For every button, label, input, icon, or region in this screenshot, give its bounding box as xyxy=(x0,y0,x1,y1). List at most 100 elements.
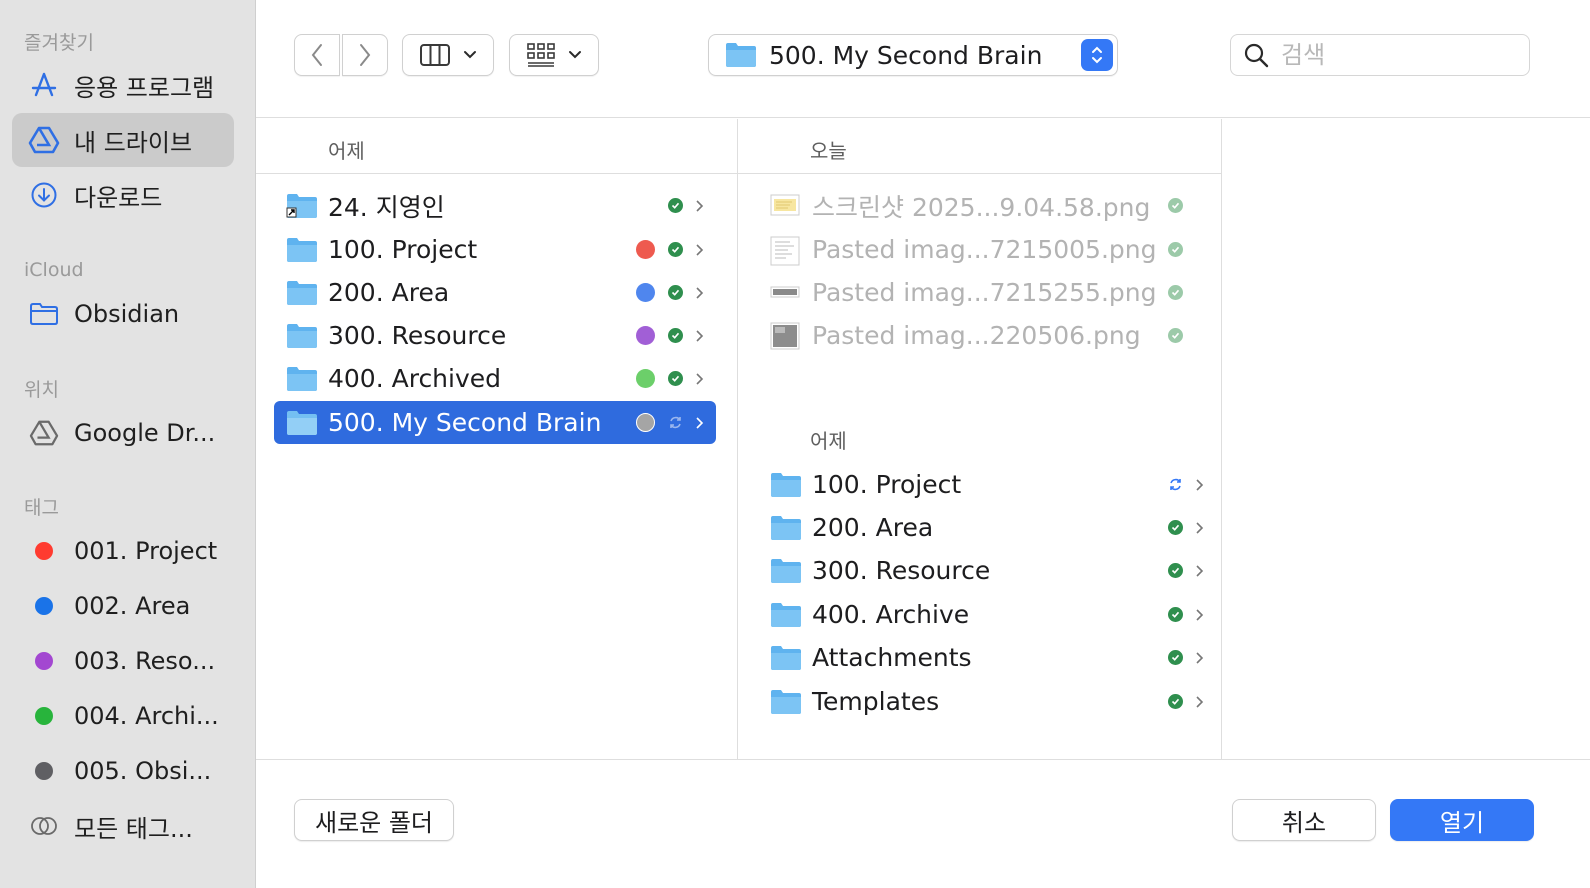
sidebar-item-google-drive[interactable]: Google Dr... xyxy=(12,406,234,460)
folder-icon xyxy=(286,365,318,393)
item-status xyxy=(1168,242,1183,257)
locations-section-title: 위치 xyxy=(24,379,59,401)
item-name: 100. Project xyxy=(328,235,478,264)
list-item[interactable]: 200. Area xyxy=(274,271,716,314)
item-name: 400. Archive xyxy=(812,600,970,629)
list-item[interactable]: Attachments xyxy=(756,636,1204,679)
tag-color-dot xyxy=(35,652,53,670)
sync-check-icon xyxy=(1168,607,1183,622)
list-item-selected[interactable]: 500. My Second Brain xyxy=(274,401,716,444)
sidebar-item-label: 내 드라이브 xyxy=(74,128,193,157)
folder-icon xyxy=(770,557,802,585)
list-item[interactable]: 100. Project xyxy=(274,228,716,271)
item-status xyxy=(636,283,704,302)
list-item[interactable]: 100. Project xyxy=(756,463,1204,506)
column-browser-2: 오늘 스크린샷 2025...9.04.58.png Pasted imag..… xyxy=(738,119,1222,759)
location-stepper[interactable] xyxy=(1081,39,1113,71)
chevron-right-icon xyxy=(696,329,704,342)
column-header: 오늘 xyxy=(738,119,1221,174)
tag-color-dot xyxy=(636,413,655,432)
file-name: Pasted imag...7215255.png xyxy=(812,278,1157,307)
search-field[interactable] xyxy=(1230,34,1530,76)
sidebar-item-tag-project[interactable]: 001. Project xyxy=(12,524,234,578)
item-name: 24. 지영인 xyxy=(328,192,445,222)
list-item[interactable]: 400. Archived xyxy=(274,357,716,400)
chevron-right-icon xyxy=(360,44,371,66)
sidebar-item-label: Obsidian xyxy=(74,300,180,328)
item-status xyxy=(1168,520,1204,535)
sync-check-icon xyxy=(668,242,683,257)
item-name: 300. Resource xyxy=(328,321,507,350)
sidebar-item-tag-archive[interactable]: 004. Archi... xyxy=(12,689,234,743)
tag-color-dot xyxy=(636,283,655,302)
item-status xyxy=(636,369,704,388)
folder-icon xyxy=(286,236,318,264)
chevron-down-icon xyxy=(464,51,476,59)
image-thumbnail-icon xyxy=(770,279,802,307)
list-item[interactable]: 300. Resource xyxy=(274,314,716,357)
item-name: Attachments xyxy=(812,643,972,672)
sidebar: 즐겨찾기 응용 프로그램 내 드라이브 다운로드 iCloud Obsidian… xyxy=(0,0,256,888)
list-item[interactable]: 400. Archive xyxy=(756,593,1204,636)
forward-button[interactable] xyxy=(342,34,388,76)
sidebar-item-label: 모든 태그... xyxy=(74,814,193,843)
sidebar-item-tag-area[interactable]: 002. Area xyxy=(12,579,234,633)
sidebar-item-obsidian[interactable]: Obsidian xyxy=(12,287,234,341)
chevron-right-icon xyxy=(1196,564,1204,577)
columns-view-icon xyxy=(420,44,450,66)
sync-check-icon xyxy=(1168,285,1183,300)
tag-color-dot xyxy=(636,369,655,388)
column-browser-1: 어제 24. 지영인 100. Project 200. Area 300. R… xyxy=(256,119,738,759)
file-name: 스크린샷 2025...9.04.58.png xyxy=(812,192,1151,222)
cancel-button[interactable]: 취소 xyxy=(1232,799,1376,841)
list-item[interactable]: 300. Resource xyxy=(756,549,1204,592)
sidebar-item-label: 응용 프로그램 xyxy=(74,73,215,102)
item-name: 100. Project xyxy=(812,470,962,499)
chevron-right-icon xyxy=(1196,521,1204,534)
tag-color-dot xyxy=(35,707,53,725)
up-down-chevron-icon xyxy=(1092,46,1102,64)
chevron-right-icon xyxy=(1196,695,1204,708)
all-tags-icon xyxy=(28,810,60,842)
sidebar-item-all-tags[interactable]: 모든 태그... xyxy=(12,799,234,853)
location-popup[interactable]: 500. My Second Brain xyxy=(708,34,1118,76)
folder-icon xyxy=(286,279,318,307)
chevron-left-icon xyxy=(311,44,322,66)
sidebar-item-tag-resource[interactable]: 003. Reso... xyxy=(12,634,234,688)
bottom-bar: 새로운 폴더 취소 열기 xyxy=(256,759,1590,888)
applications-icon xyxy=(28,69,60,101)
list-item[interactable]: Templates xyxy=(756,680,1204,723)
list-item[interactable]: 24. 지영인 xyxy=(274,184,716,227)
item-name: 400. Archived xyxy=(328,364,502,393)
group-button[interactable] xyxy=(509,34,599,76)
new-folder-button[interactable]: 새로운 폴더 xyxy=(294,799,454,841)
sidebar-item-label: 다운로드 xyxy=(74,183,163,212)
chevron-right-icon xyxy=(696,372,704,385)
image-thumbnail-icon xyxy=(770,236,802,265)
view-mode-button[interactable] xyxy=(402,34,494,76)
search-input[interactable] xyxy=(1281,41,1501,69)
column-header-label: 어제 xyxy=(328,139,365,163)
sidebar-item-label: 003. Reso... xyxy=(74,647,216,675)
sidebar-item-downloads[interactable]: 다운로드 xyxy=(12,168,234,222)
tag-color-dot xyxy=(636,326,655,345)
sidebar-item-my-drive[interactable]: 내 드라이브 xyxy=(12,113,234,167)
back-button[interactable] xyxy=(294,34,340,76)
item-status xyxy=(1168,563,1204,578)
sidebar-item-applications[interactable]: 응용 프로그램 xyxy=(12,58,234,112)
sidebar-item-tag-obsidian[interactable]: 005. Obsi... xyxy=(12,744,234,798)
item-status xyxy=(668,198,704,213)
list-item[interactable]: 200. Area xyxy=(756,506,1204,549)
tag-color-dot xyxy=(35,597,53,615)
search-icon xyxy=(1244,43,1269,68)
favorites-section-title: 즐겨찾기 xyxy=(24,32,94,54)
folder-icon xyxy=(770,688,802,716)
open-button[interactable]: 열기 xyxy=(1390,799,1534,841)
item-status xyxy=(1168,650,1204,665)
item-status xyxy=(1168,477,1204,492)
item-name: 300. Resource xyxy=(812,556,991,585)
folder-icon xyxy=(286,409,318,437)
sidebar-item-label: Google Dr... xyxy=(74,419,216,447)
item-status xyxy=(1168,694,1204,709)
sync-check-icon xyxy=(1168,520,1183,535)
